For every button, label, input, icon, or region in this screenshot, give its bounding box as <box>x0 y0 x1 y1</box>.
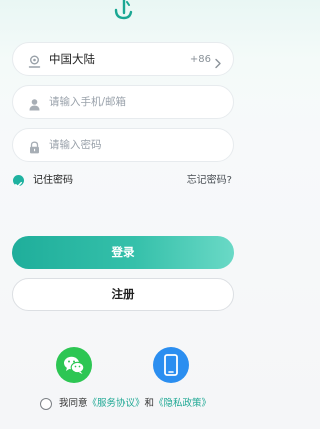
region-selector[interactable]: 中国大陆 +86 <box>12 42 234 76</box>
agreement-and: 和 <box>144 398 155 409</box>
forgot-password-link[interactable]: 忘记密码? <box>187 174 232 188</box>
country-code: +86 <box>189 54 211 65</box>
lock-icon <box>28 139 41 154</box>
agreement-prefix: 我同意 <box>59 398 88 409</box>
phone-icon <box>164 354 178 376</box>
check-icon[interactable] <box>13 175 24 188</box>
wechat-login-button[interactable] <box>56 347 92 383</box>
privacy-policy-link[interactable]: 《隐私政策》 <box>154 398 211 409</box>
password-field[interactable]: 请输入密码 <box>12 128 234 162</box>
password-input[interactable]: 请输入密码 <box>49 138 102 152</box>
login-button[interactable]: 登录 <box>12 236 234 269</box>
agreement-text: 我同意《服务协议》和《隐私政策》 <box>59 397 211 411</box>
wechat-icon <box>64 356 85 374</box>
service-agreement-link[interactable]: 《服务协议》 <box>88 398 145 409</box>
register-button[interactable]: 注册 <box>12 278 234 311</box>
remember-password-label: 记住密码 <box>33 175 73 186</box>
location-pin-icon <box>28 53 41 68</box>
account-field[interactable]: 请输入手机/邮箱 <box>12 85 234 119</box>
region-value: 中国大陆 <box>49 52 95 66</box>
phone-login-button[interactable] <box>153 347 189 383</box>
account-input[interactable]: 请输入手机/邮箱 <box>49 95 126 109</box>
agreement-checkbox[interactable] <box>40 398 52 410</box>
chevron-right-icon <box>214 54 222 69</box>
app-logo <box>112 0 136 20</box>
user-icon <box>28 96 41 111</box>
